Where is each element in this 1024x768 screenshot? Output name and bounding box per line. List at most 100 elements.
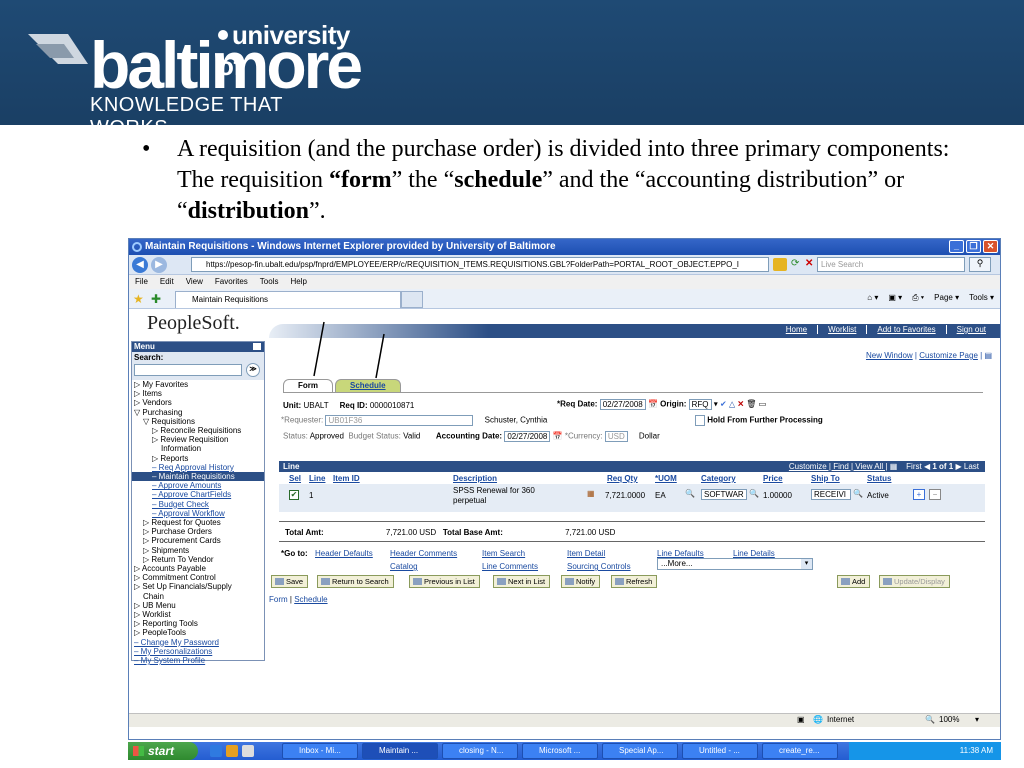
refresh-button[interactable]: Refresh — [611, 575, 658, 588]
sidebar-item[interactable]: ▷ PeopleTools — [132, 628, 264, 637]
line-details-link[interactable]: Line Details — [733, 549, 775, 558]
sidebar-item[interactable]: ▷ UB Menu — [132, 601, 264, 610]
catalog-link[interactable]: Catalog — [390, 562, 418, 571]
col-ship-to[interactable]: Ship To — [811, 474, 840, 483]
sidebar-item[interactable]: ▷ Vendors — [132, 398, 264, 407]
start-button[interactable]: start — [128, 742, 198, 760]
sidebar-item[interactable]: – Approve ChartFields — [132, 490, 264, 499]
customize-page-link[interactable]: Customize Page — [919, 351, 978, 360]
url-input[interactable]: https://pesop-fin.ubalt.edu/psp/fnprd/EM… — [191, 257, 769, 272]
sidebar-item[interactable]: – Approval Workflow — [132, 509, 264, 518]
home-icon[interactable]: ⌂ ▾ — [867, 293, 878, 303]
lock-icon[interactable] — [773, 258, 787, 271]
category-input[interactable]: SOFTWAR — [701, 489, 747, 500]
sidebar-item[interactable]: ▷ Reconcile Requisitions — [132, 426, 264, 435]
menu-favorites[interactable]: Favorites — [215, 275, 248, 289]
sidebar-item[interactable]: ▷ Set Up Financials/Supply — [132, 582, 264, 591]
accounting-date-input[interactable]: 02/27/2008 — [504, 431, 551, 442]
taskbar-item-maintain[interactable]: Maintain ... — [362, 743, 438, 759]
footer-form-link[interactable]: Form — [269, 595, 288, 604]
ie-quicklaunch-icon[interactable] — [210, 745, 222, 757]
col-req-qty[interactable]: Req Qty — [607, 474, 638, 483]
sidebar-item[interactable]: Chain — [132, 592, 264, 601]
notify-button[interactable]: Notify — [561, 575, 601, 588]
col-sel[interactable]: Sel — [289, 474, 301, 483]
hold-checkbox[interactable] — [695, 415, 705, 426]
live-search-input[interactable]: Live Search — [817, 257, 965, 272]
sidebar-item[interactable]: ▷ My Favorites — [132, 380, 264, 389]
footer-schedule-link[interactable]: Schedule — [294, 595, 327, 604]
sidebar-item[interactable]: – Change My Password — [132, 638, 264, 647]
req-date-input[interactable]: 02/27/2008 — [599, 399, 646, 410]
taskbar-item-untitled[interactable]: Untitled - ... — [682, 743, 758, 759]
return-to-search-button[interactable]: Return to Search — [317, 575, 394, 588]
sidebar-item[interactable]: Information — [132, 444, 264, 453]
requester-input[interactable]: UB01F36 — [325, 415, 474, 426]
currency-input[interactable]: USD — [604, 431, 628, 442]
add-button[interactable]: Add — [837, 575, 871, 588]
sidebar-item[interactable]: ▷ Reports — [132, 454, 264, 463]
col-price[interactable]: Price — [763, 474, 783, 483]
menu-minimize-icon[interactable] — [253, 343, 261, 350]
menu-help[interactable]: Help — [290, 275, 306, 289]
sidebar-item[interactable]: – Maintain Requisitions — [132, 472, 264, 482]
sidebar-item[interactable]: ▷ Shipments — [132, 546, 264, 555]
col-item-id[interactable]: Item ID — [333, 474, 360, 483]
item-detail-icon[interactable]: ▦ — [587, 489, 595, 498]
add-to-favorites-link[interactable]: Add to Favorites — [866, 325, 945, 334]
forward-button[interactable]: ▶ — [151, 257, 167, 273]
ship-to-search-icon[interactable]: 🔍 — [853, 489, 863, 498]
update-display-button[interactable]: Update/Display — [879, 575, 950, 588]
grid-prev-icon[interactable]: ◀ — [924, 462, 930, 471]
grid-download-icon[interactable]: ▦ — [890, 462, 898, 471]
menu-search-go-icon[interactable]: ≫ — [246, 363, 260, 377]
ship-to-input[interactable]: RECEIVI — [811, 489, 851, 500]
category-search-icon[interactable]: 🔍 — [749, 489, 759, 498]
home-link[interactable]: Home — [776, 325, 817, 334]
sign-out-link[interactable]: Sign out — [945, 325, 996, 334]
calendar-icon[interactable]: 📅 — [648, 400, 658, 409]
taskbar-item-microsoft[interactable]: Microsoft ... — [522, 743, 598, 759]
add-row-button[interactable]: + — [913, 489, 925, 500]
alert-icon[interactable]: △ — [729, 400, 735, 409]
taskbar-item-inbox[interactable]: Inbox - Mi... — [282, 743, 358, 759]
line-comments-link[interactable]: Line Comments — [482, 562, 538, 571]
browser-tab[interactable]: Maintain Requisitions — [175, 291, 401, 308]
menu-search-input[interactable] — [134, 364, 242, 376]
cancel-icon[interactable]: ✕ — [737, 400, 744, 409]
page-icon[interactable]: ▤ — [984, 351, 992, 360]
taskbar-item-closing[interactable]: closing - N... — [442, 743, 518, 759]
worklist-link[interactable]: Worklist — [817, 325, 866, 334]
menu-edit[interactable]: Edit — [160, 275, 174, 289]
print-icon[interactable]: ⎙ ▾ — [912, 293, 924, 303]
grid-navigation[interactable]: Customize | Find | View All | ▦ First ◀ … — [789, 461, 979, 472]
menu-file[interactable]: File — [135, 275, 148, 289]
sidebar-item[interactable]: – My Personalizations — [132, 647, 264, 656]
outlook-quicklaunch-icon[interactable] — [226, 745, 238, 757]
refresh-icon[interactable]: ⟳ — [791, 258, 805, 271]
taskbar-item-special[interactable]: Special Ap... — [602, 743, 678, 759]
new-tab-button[interactable] — [401, 291, 423, 308]
delete-row-button[interactable]: − — [929, 489, 941, 500]
item-detail-link[interactable]: Item Detail — [567, 549, 605, 558]
sidebar-item[interactable]: – Req Approval History — [132, 463, 264, 472]
line-defaults-link[interactable]: Line Defaults — [657, 549, 704, 558]
delete-icon[interactable]: 🗑 — [746, 400, 756, 409]
maximize-button[interactable]: ❐ — [966, 240, 981, 253]
back-button[interactable]: ◀ — [132, 257, 148, 273]
zoom-icon[interactable]: 🔍 — [925, 715, 935, 724]
item-search-link[interactable]: Item Search — [482, 549, 525, 558]
sidebar-item[interactable]: ▷ Items — [132, 389, 264, 398]
sidebar-item[interactable]: ▽ Requisitions — [132, 417, 264, 426]
uom-search-icon[interactable]: 🔍 — [685, 489, 695, 498]
sidebar-item[interactable]: – My System Profile — [132, 656, 264, 665]
col-line[interactable]: Line — [309, 474, 325, 483]
grid-next-icon[interactable]: ▶ — [955, 462, 961, 471]
check-icon[interactable]: ✔ — [720, 400, 727, 409]
sidebar-item[interactable]: – Budget Check — [132, 500, 264, 509]
taskbar-item-create[interactable]: create_re... — [762, 743, 838, 759]
sidebar-item[interactable]: ▷ Worklist — [132, 610, 264, 619]
sidebar-item[interactable]: ▽ Purchasing — [132, 408, 264, 417]
add-favorite-icon[interactable]: ✚ — [151, 292, 161, 306]
more-select[interactable]: ...More... ▾ — [657, 558, 813, 570]
